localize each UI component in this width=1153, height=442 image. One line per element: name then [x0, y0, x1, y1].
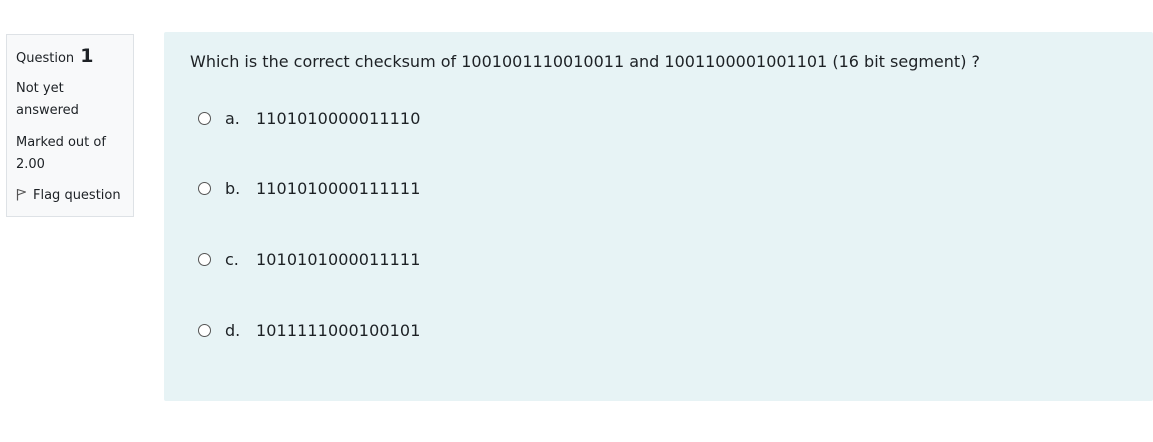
- question-text: Which is the correct checksum of 1001001…: [190, 52, 981, 71]
- answer-letter: c.: [225, 250, 239, 269]
- question-state: Not yet answered: [16, 81, 79, 118]
- radio-button[interactable]: [198, 112, 211, 125]
- question-content: Which is the correct checksum of 1001001…: [164, 32, 1153, 401]
- answer-text: 1010101000011111: [256, 250, 421, 269]
- answer-option-a[interactable]: a. 1101010000011110: [198, 109, 420, 128]
- flag-question-link[interactable]: Flag question: [16, 186, 124, 208]
- question-number-value: 1: [80, 45, 94, 67]
- flag-question-label: Flag question: [33, 188, 121, 203]
- radio-button[interactable]: [198, 324, 211, 337]
- flag-icon: [16, 188, 27, 208]
- answer-text: 1011111000100101: [256, 321, 421, 340]
- question-grade: Marked out of 2.00: [16, 135, 106, 172]
- answer-option-d[interactable]: d. 1011111000100101: [198, 321, 420, 340]
- question-number: Question 1: [16, 43, 124, 72]
- answer-letter: a.: [225, 109, 240, 128]
- question-info-panel: Question 1 Not yet answered Marked out o…: [6, 34, 134, 217]
- answer-letter: d.: [225, 321, 241, 340]
- question-label: Question: [16, 51, 75, 66]
- answer-letter: b.: [225, 179, 241, 198]
- answer-option-b[interactable]: b. 1101010000111111: [198, 179, 420, 198]
- radio-button[interactable]: [198, 253, 211, 266]
- radio-button[interactable]: [198, 182, 211, 195]
- answer-text: 1101010000011110: [256, 109, 421, 128]
- answer-option-c[interactable]: c. 1010101000011111: [198, 250, 420, 269]
- answer-text: 1101010000111111: [256, 179, 421, 198]
